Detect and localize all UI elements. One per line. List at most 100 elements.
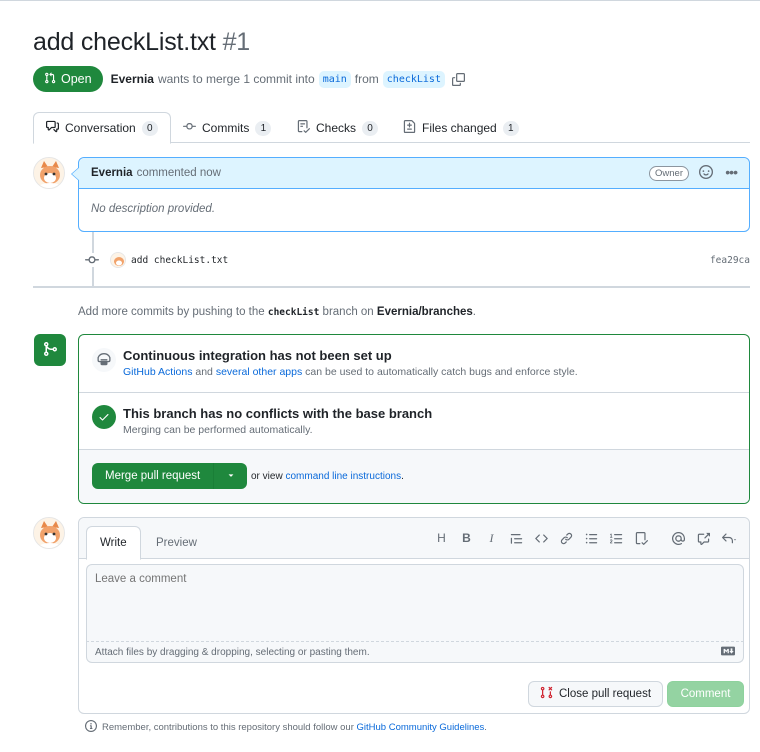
merge-dropdown-button[interactable] [214,463,247,489]
cli-suffix: . [401,471,404,482]
tab-checks[interactable]: Checks 0 [285,112,390,144]
push-note: Add more commits by pushing to the check… [78,306,476,318]
comment-discussion-icon [46,120,59,136]
push-note-suffix: . [472,306,476,318]
tab-counter: 1 [255,120,272,136]
ci-rest-text: can be used to automatically catch bugs … [305,366,578,378]
copy-icon[interactable] [451,72,465,86]
ci-and-text: and [195,366,213,378]
commit-message-link[interactable]: add checkList.txt [131,255,228,266]
check-circle-icon [92,405,116,429]
tab-write[interactable]: Write [86,526,141,560]
mention-icon[interactable] [666,528,691,548]
push-note-middle: branch on [322,306,374,318]
timeline-divider [33,286,750,288]
comment-meta[interactable]: commented now [137,167,221,179]
merge-text: wants to merge 1 commit into [157,72,315,86]
kebab-menu-icon[interactable]: ••• [725,164,738,180]
comment-author[interactable]: Evernia [91,167,133,179]
file-diff-icon [403,120,416,136]
markdown-toolbar: H B I [429,528,741,548]
git-pull-request-closed-icon [540,686,553,702]
unordered-list-icon[interactable] [579,528,604,548]
pr-number: #1 [222,28,251,56]
link-icon[interactable] [554,528,579,548]
tab-label: Files changed [422,121,497,135]
tab-conversation[interactable]: Conversation 0 [33,112,171,144]
pr-title: add checkList.txt [33,28,216,56]
tab-preview[interactable]: Preview [143,526,210,560]
tab-files-changed[interactable]: Files changed 1 [391,112,531,144]
merge-box: Continuous integration has not been set … [78,334,750,504]
task-list-icon[interactable] [629,528,654,548]
tab-label: Checks [316,121,357,135]
tab-counter: 0 [141,120,158,136]
attach-files-bar[interactable]: Attach files by dragging & dropping, sel… [86,642,744,663]
commit-author-avatar[interactable] [110,252,126,268]
pr-author-link[interactable]: Evernia [111,72,154,86]
close-button-label: Close pull request [558,688,652,700]
editor-header: Write Preview H B I [79,518,749,560]
conflict-section: This branch has no conflicts with the ba… [79,393,749,450]
guidelines-suffix: . [484,722,487,733]
tab-counter: 0 [362,120,379,136]
git-merge-icon [42,341,58,360]
ci-title: Continuous integration has not been set … [123,348,392,363]
code-icon[interactable] [529,528,554,548]
guidelines-text: Remember, contributions to this reposito… [102,722,354,733]
heading-icon[interactable]: H [429,528,454,548]
comment-header: Evernia commented now Owner ••• [79,158,749,189]
github-actions-link[interactable]: GitHub Actions [123,366,192,378]
conflict-title: This branch has no conflicts with the ba… [123,406,433,421]
from-text: from [354,72,379,86]
tab-counter: 1 [502,120,519,136]
commit-item: add checkList.txt fea29ca [84,250,750,270]
tab-label: Commits [202,121,250,135]
pr-state-row: Open Evernia wants to merge 1 commit int… [33,66,465,92]
current-user-avatar[interactable] [33,517,65,549]
comment-button[interactable]: Comment [667,681,744,707]
close-pull-request-button[interactable]: Close pull request [528,681,663,707]
bold-icon[interactable]: B [454,528,479,548]
state-label: Open [61,72,92,86]
state-badge: Open [33,66,103,92]
owner-badge: Owner [649,166,689,181]
reply-icon[interactable] [716,528,741,548]
ci-icon [92,348,116,372]
ci-section: Continuous integration has not been set … [79,335,749,393]
page-title: add checkList.txt #1 [33,28,250,57]
avatar[interactable] [33,157,65,189]
base-branch[interactable]: main [318,70,351,88]
attach-files-text: Attach files by dragging & dropping, sel… [95,646,370,658]
push-note-repo[interactable]: Evernia/branches [377,306,473,318]
comment-card: Evernia commented now Owner ••• No descr… [71,157,750,232]
ci-subtitle: GitHub Actions and several other apps ca… [123,366,578,378]
push-note-prefix: Add more commits by pushing to the [78,306,265,318]
push-note-branch: checkList [267,307,320,318]
command-line-link[interactable]: command line instructions [285,471,401,482]
cross-reference-icon[interactable] [691,528,716,548]
italic-icon[interactable]: I [479,528,504,548]
commit-sha-link[interactable]: fea29ca [710,255,750,266]
community-guidelines-link[interactable]: GitHub Community Guidelines [357,722,485,733]
git-commit-icon [84,253,100,267]
ordered-list-icon[interactable] [604,528,629,548]
merge-status-icon-box [34,334,66,366]
comment-body: No description provided. [91,203,216,215]
conflict-subtitle: Merging can be performed automatically. [123,424,313,436]
smiley-icon[interactable] [699,165,713,182]
markdown-icon[interactable] [721,646,735,659]
merge-pull-request-button[interactable]: Merge pull request [92,463,215,489]
tab-commits[interactable]: Commits 1 [171,112,283,144]
pull-request-icon [44,71,56,87]
checklist-icon [297,120,311,136]
quote-icon[interactable] [504,528,529,548]
comment-textarea[interactable] [86,564,744,642]
pr-tabs: Conversation 0 Commits 1 Checks 0 Files … [33,112,750,144]
info-icon [85,720,97,735]
top-border [0,0,760,1]
or-view-label: or view [251,471,283,482]
head-branch[interactable]: checkList [382,70,445,88]
other-apps-link[interactable]: several other apps [216,366,302,378]
guidelines-note: Remember, contributions to this reposito… [85,720,487,735]
